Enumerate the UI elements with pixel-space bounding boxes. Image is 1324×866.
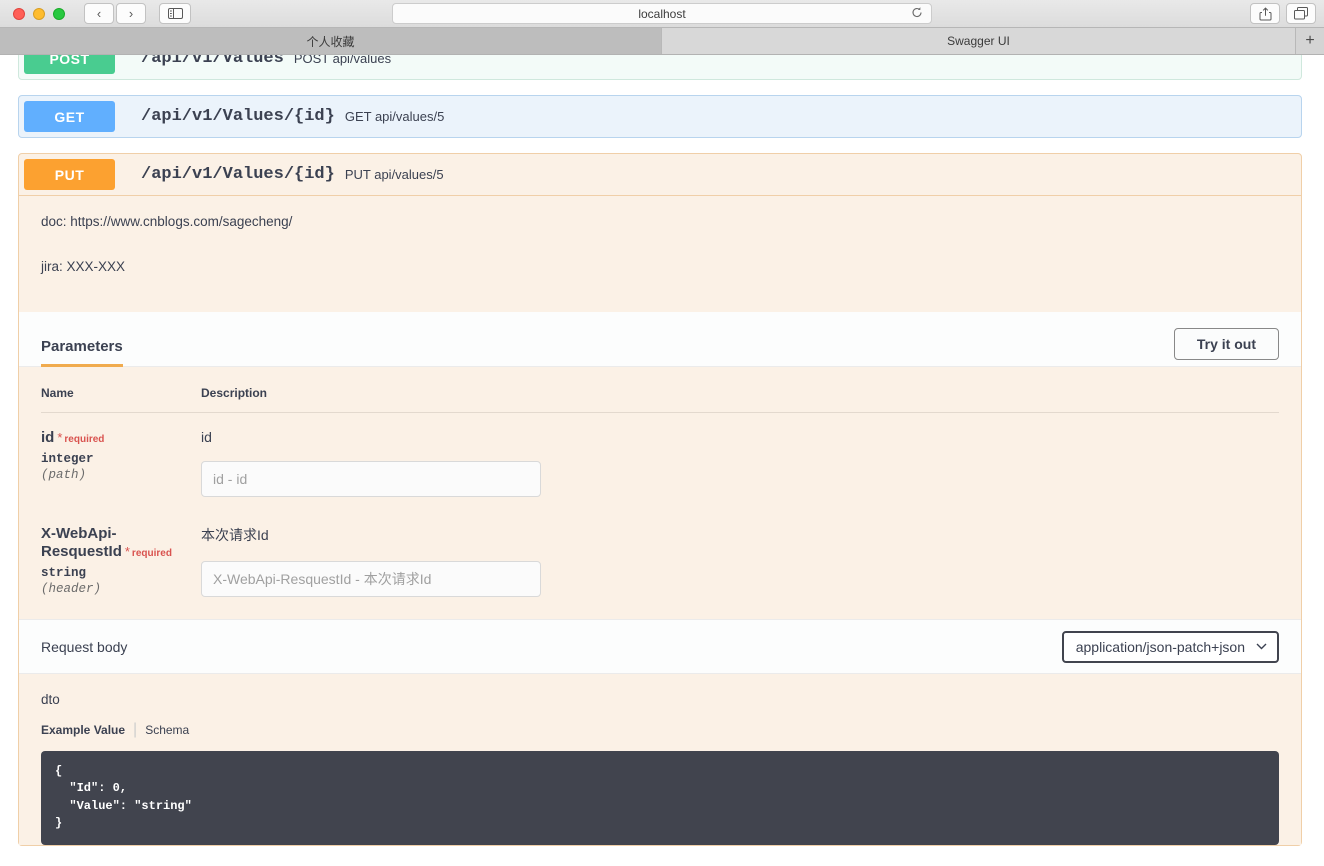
page-content: POST /api/v1/Values POST api/values GET …: [0, 55, 1324, 866]
operation-summary-get[interactable]: GET /api/v1/Values/{id} GET api/values/5: [19, 96, 1301, 137]
required-star-icon: *: [124, 544, 130, 559]
parameter-name-requestid: X-WebApi-ResquestId: [41, 525, 122, 560]
operation-summary-text-put: PUT api/values/5: [344, 167, 444, 182]
parameter-in-id: (path): [41, 468, 87, 482]
address-bar[interactable]: localhost: [392, 3, 932, 24]
tab-label: 个人收藏: [306, 34, 355, 49]
tab-overview-button[interactable]: [1286, 3, 1316, 24]
share-icon: [1259, 6, 1271, 20]
page-scrollbar[interactable]: [1316, 55, 1324, 866]
operation-summary-text-get: GET api/values/5: [344, 109, 445, 124]
parameters-table-container: Name Description id * required integer (pa…: [19, 367, 1301, 619]
sidebar-icon: [167, 8, 183, 19]
chevron-down-glyph: [1256, 643, 1267, 649]
back-button[interactable]: ‹: [84, 3, 114, 24]
parameter-description-cell-requestid: 本次请求Id: [201, 509, 1279, 609]
required-label-id: required: [64, 434, 105, 445]
parameter-name-cell-requestid: X-WebApi-ResquestId * required string (hea…: [41, 509, 201, 609]
parameters-table-body: id * required integer (path) id id - id …: [41, 413, 1279, 610]
tab-label: Swagger UI: [947, 34, 1010, 48]
operation-body-put: doc: https://www.cnblogs.com/sagecheng/ …: [19, 195, 1301, 845]
new-tab-button[interactable]: +: [1296, 28, 1324, 54]
method-badge-get: GET: [24, 101, 115, 132]
example-value-code-block[interactable]: { "Id": 0, "Value": "string" }: [41, 751, 1279, 845]
method-badge-put: PUT: [24, 159, 115, 190]
reload-icon[interactable]: [911, 6, 923, 21]
plus-icon: +: [1305, 32, 1315, 49]
browser-toolbar: ‹ › localhost: [0, 0, 1324, 28]
tab-overview-icon: [1294, 7, 1308, 20]
parameters-header: Parameters Try it out: [19, 312, 1301, 367]
url-text: localhost: [638, 6, 686, 21]
description-jira-line: jira: XXX-XXX: [41, 259, 126, 274]
browser-tab-swagger-ui[interactable]: Swagger UI: [662, 28, 1296, 54]
example-schema-tabs: Example Value | Schema: [41, 721, 1279, 739]
operation-description: doc: https://www.cnblogs.com/sagecheng/ …: [19, 196, 1301, 312]
tab-schema[interactable]: Schema: [145, 723, 189, 737]
parameter-description-requestid: 本次请求Id: [201, 527, 269, 543]
forward-button[interactable]: ›: [116, 3, 146, 24]
required-star-icon: *: [57, 430, 63, 445]
method-badge-post: POST: [24, 55, 115, 74]
description-doc-line: doc: https://www.cnblogs.com/sagecheng/: [41, 214, 293, 229]
window-controls: [13, 7, 65, 20]
parameter-type-requestid: string: [41, 566, 87, 580]
tab-divider: |: [133, 721, 138, 738]
share-button[interactable]: [1250, 3, 1280, 24]
tab-example-value[interactable]: Example Value: [41, 723, 125, 737]
close-window-button[interactable]: [13, 7, 25, 20]
toolbar-right-actions: [1250, 3, 1316, 24]
chevron-right-icon: ›: [128, 6, 134, 21]
browser-tab-favorites[interactable]: 个人收藏: [0, 28, 662, 54]
operation-path-post: /api/v1/Values: [141, 55, 284, 68]
content-type-value: application/json-patch+json: [1075, 638, 1245, 655]
operation-block-put[interactable]: PUT /api/v1/Values/{id} PUT api/values/5…: [18, 153, 1302, 846]
maximize-window-button[interactable]: [53, 7, 65, 20]
chevron-down-icon: [1256, 641, 1267, 653]
parameter-type-id: integer: [41, 452, 94, 466]
parameters-table-head: Name Description: [41, 367, 1279, 413]
operation-summary-post[interactable]: POST /api/v1/Values POST api/values: [19, 55, 1301, 79]
sidebar-toggle-button[interactable]: [159, 3, 191, 24]
minimize-window-button[interactable]: [33, 7, 45, 20]
operation-block-get[interactable]: GET /api/v1/Values/{id} GET api/values/5: [18, 95, 1302, 138]
request-body-header: Request body application/json-patch+json: [19, 619, 1301, 674]
try-it-out-button[interactable]: Try it out: [1173, 328, 1279, 360]
navigation-buttons: ‹ ›: [84, 3, 146, 24]
parameter-name-cell-id: id * required integer (path): [41, 413, 201, 510]
parameter-description-id: id: [201, 429, 212, 445]
parameter-input-id[interactable]: [201, 461, 541, 497]
operation-summary-text-post: POST api/values: [293, 55, 392, 66]
parameters-title: Parameters: [41, 338, 123, 367]
request-body-content: dto Example Value | Schema { "Id": 0, "V…: [19, 674, 1301, 845]
chevron-left-icon: ‹: [96, 6, 102, 21]
operation-path-put: /api/v1/Values/{id}: [141, 165, 335, 184]
request-body-label: Request body: [41, 638, 128, 655]
swagger-operations-list: POST /api/v1/Values POST api/values GET …: [18, 55, 1302, 861]
parameter-name-id: id: [41, 429, 55, 446]
content-type-select[interactable]: application/json-patch+json: [1061, 630, 1279, 663]
required-label-requestid: required: [131, 548, 172, 559]
reload-glyph: [912, 6, 922, 17]
parameters-table: Name Description id * required integer (pa…: [41, 367, 1279, 609]
request-body-schema-name: dto: [41, 692, 60, 707]
column-header-description: Description: [201, 367, 1279, 413]
parameter-description-cell-id: id: [201, 413, 1279, 510]
table-row: id * required integer (path) id: [41, 413, 1279, 510]
operation-summary-put[interactable]: PUT /api/v1/Values/{id} PUT api/values/5: [19, 154, 1301, 195]
table-row: X-WebApi-ResquestId * required string (hea…: [41, 509, 1279, 609]
parameter-in-requestid: (header): [41, 582, 102, 596]
operation-path-get: /api/v1/Values/{id}: [141, 107, 335, 126]
tab-strip: 个人收藏 Swagger UI +: [0, 28, 1324, 55]
column-header-name: Name: [41, 367, 201, 413]
parameter-input-requestid[interactable]: [201, 561, 541, 597]
table-header-row: Name Description: [41, 367, 1279, 413]
operation-block-post[interactable]: POST /api/v1/Values POST api/values: [18, 55, 1302, 80]
